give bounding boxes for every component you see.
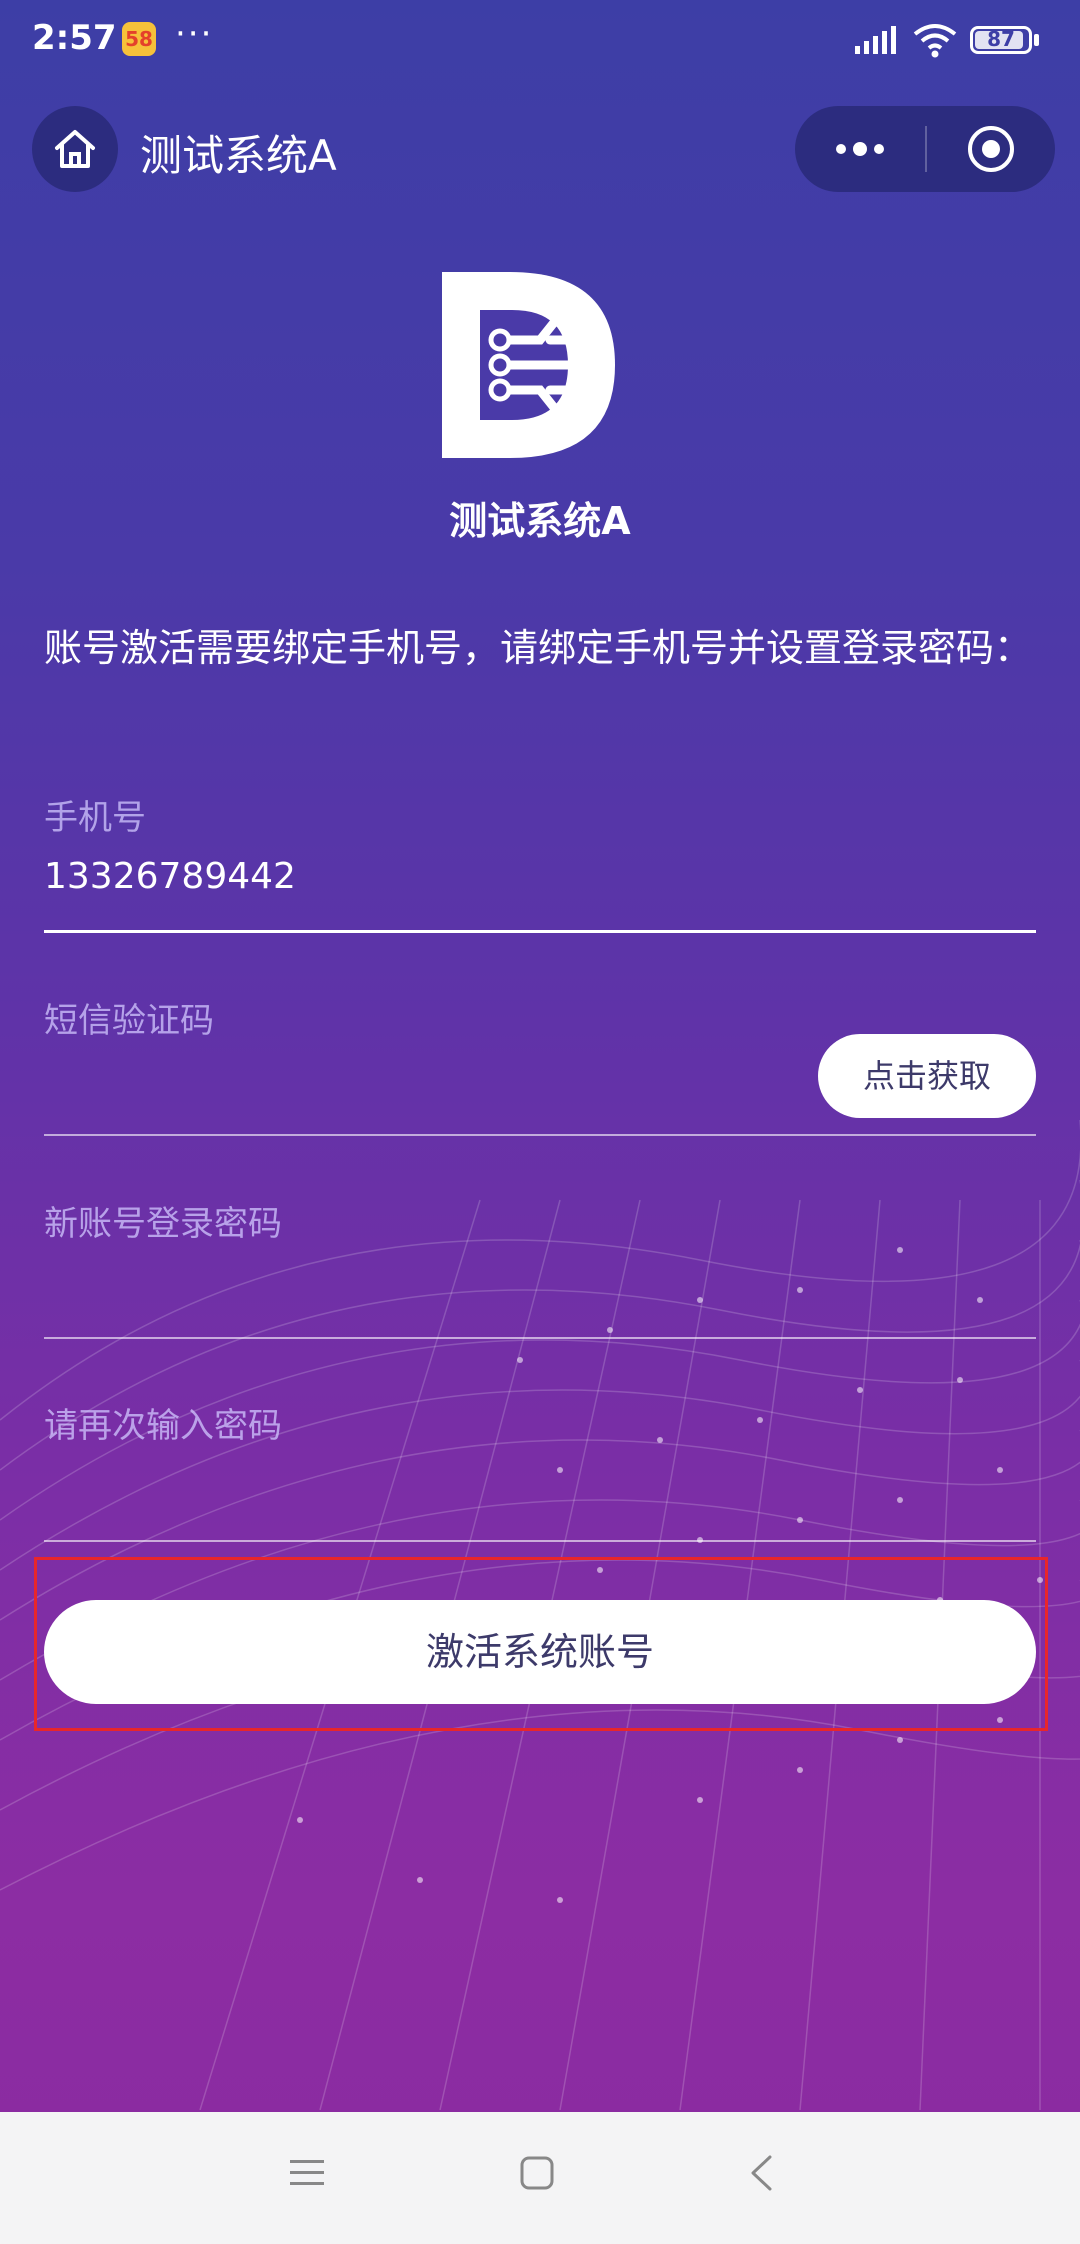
app-notification-icon: 58 [122,22,156,56]
new-password-input[interactable] [44,1250,1036,1330]
android-navigation-bar [0,2112,1080,2244]
battery-level: 87 [987,27,1015,51]
wifi-icon [913,24,957,58]
more-button[interactable] [795,106,925,192]
sms-underline [44,1134,1036,1136]
menu-icon[interactable] [290,2158,324,2188]
mini-program-capsule [795,106,1055,192]
home-icon [55,130,95,168]
confirm-password-input[interactable] [44,1452,1036,1532]
app-logo-icon [442,272,615,458]
status-bar: 2:57 58 ··· 87 [0,0,1080,84]
battery-nub [1034,34,1039,46]
confirm-password-underline [44,1540,1036,1542]
get-sms-code-button[interactable]: 点击获取 [818,1034,1036,1118]
close-button[interactable] [927,106,1055,192]
phone-underline [44,930,1036,933]
logo-app-name: 测试系统A [449,499,631,543]
status-more-icon: ··· [175,14,214,54]
sms-code-input[interactable] [44,1050,794,1130]
home-button[interactable] [32,106,118,192]
nav-title: 测试系统A [140,131,337,180]
new-password-label: 新账号登录密码 [44,1204,282,1244]
instruction-text: 账号激活需要绑定手机号，请绑定手机号并设置登录密码： [44,626,1033,670]
phone-input[interactable]: 13326789442 [44,856,296,897]
signal-icon [855,26,896,54]
new-password-underline [44,1337,1036,1339]
status-time: 2:57 [32,18,117,58]
battery-icon: 87 [970,26,1032,54]
target-close-icon [968,126,1014,172]
network-background [0,1120,1080,2110]
back-chevron-icon[interactable] [748,2154,774,2192]
activate-account-button[interactable]: 激活系统账号 [44,1600,1036,1704]
square-home-icon[interactable] [520,2156,554,2190]
more-dots-icon [836,142,884,156]
sms-code-label: 短信验证码 [44,1001,214,1041]
phone-label: 手机号 [44,798,146,838]
confirm-password-label: 请再次输入密码 [44,1406,282,1446]
